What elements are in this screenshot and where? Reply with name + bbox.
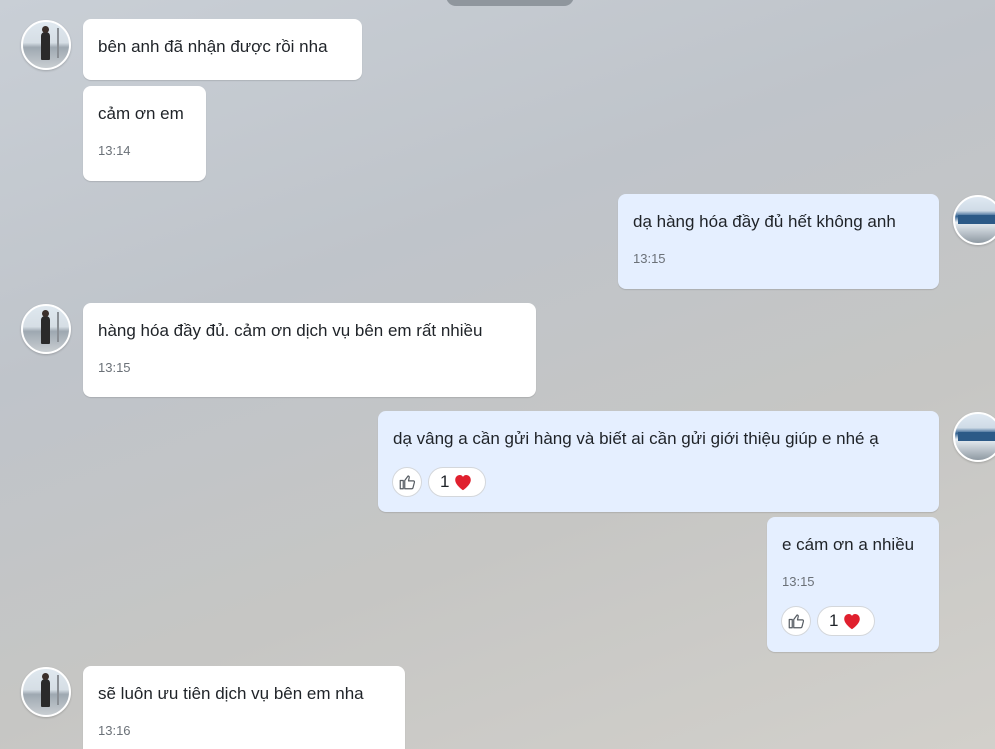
message-time: 13:15 — [98, 360, 131, 375]
message-text: cảm ơn em — [98, 104, 184, 123]
my-avatar[interactable] — [953, 195, 995, 245]
reaction-bar: 1 — [781, 606, 876, 636]
reaction-count-button[interactable]: 1 — [428, 467, 487, 497]
message-text: bên anh đã nhận được rồi nha — [98, 37, 328, 56]
heart-icon — [844, 614, 861, 630]
message-text: dạ vâng a cần gửi hàng và biết ai cần gử… — [393, 429, 879, 448]
message-text: e cám ơn a nhiều — [782, 535, 915, 554]
contact-avatar[interactable] — [21, 667, 71, 717]
reaction-count: 1 — [829, 611, 839, 630]
message-bubble-incoming[interactable]: cảm ơn em 13:14 — [83, 86, 206, 181]
thumbs-up-icon — [399, 475, 416, 490]
message-text: dạ hàng hóa đầy đủ hết không anh — [633, 212, 896, 231]
message-text: hàng hóa đầy đủ. cảm ơn dịch vụ bên em r… — [98, 321, 483, 340]
date-divider-pill — [446, 0, 574, 6]
thumbs-up-icon — [788, 614, 805, 629]
message-bubble-incoming[interactable]: bên anh đã nhận được rồi nha — [83, 19, 362, 80]
message-bubble-incoming[interactable]: sẽ luôn ưu tiên dịch vụ bên em nha 13:16 — [83, 666, 405, 749]
like-button[interactable] — [781, 606, 811, 636]
message-text: sẽ luôn ưu tiên dịch vụ bên em nha — [98, 684, 364, 703]
like-button[interactable] — [392, 467, 422, 497]
reaction-count: 1 — [440, 472, 450, 491]
my-avatar[interactable] — [953, 412, 995, 462]
message-time: 13:16 — [98, 723, 131, 738]
message-time: 13:14 — [98, 143, 131, 158]
message-bubble-outgoing[interactable]: dạ hàng hóa đầy đủ hết không anh 13:15 — [618, 194, 939, 289]
contact-avatar[interactable] — [21, 304, 71, 354]
message-bubble-incoming[interactable]: hàng hóa đầy đủ. cảm ơn dịch vụ bên em r… — [83, 303, 536, 397]
message-time: 13:15 — [782, 574, 815, 589]
contact-avatar[interactable] — [21, 20, 71, 70]
heart-icon — [455, 475, 472, 491]
message-bubble-outgoing[interactable]: dạ vâng a cần gửi hàng và biết ai cần gử… — [378, 411, 939, 512]
reaction-count-button[interactable]: 1 — [817, 606, 876, 636]
message-time: 13:15 — [633, 251, 666, 266]
message-bubble-outgoing[interactable]: e cám ơn a nhiều 13:15 1 — [767, 517, 939, 652]
reaction-bar: 1 — [392, 467, 487, 497]
